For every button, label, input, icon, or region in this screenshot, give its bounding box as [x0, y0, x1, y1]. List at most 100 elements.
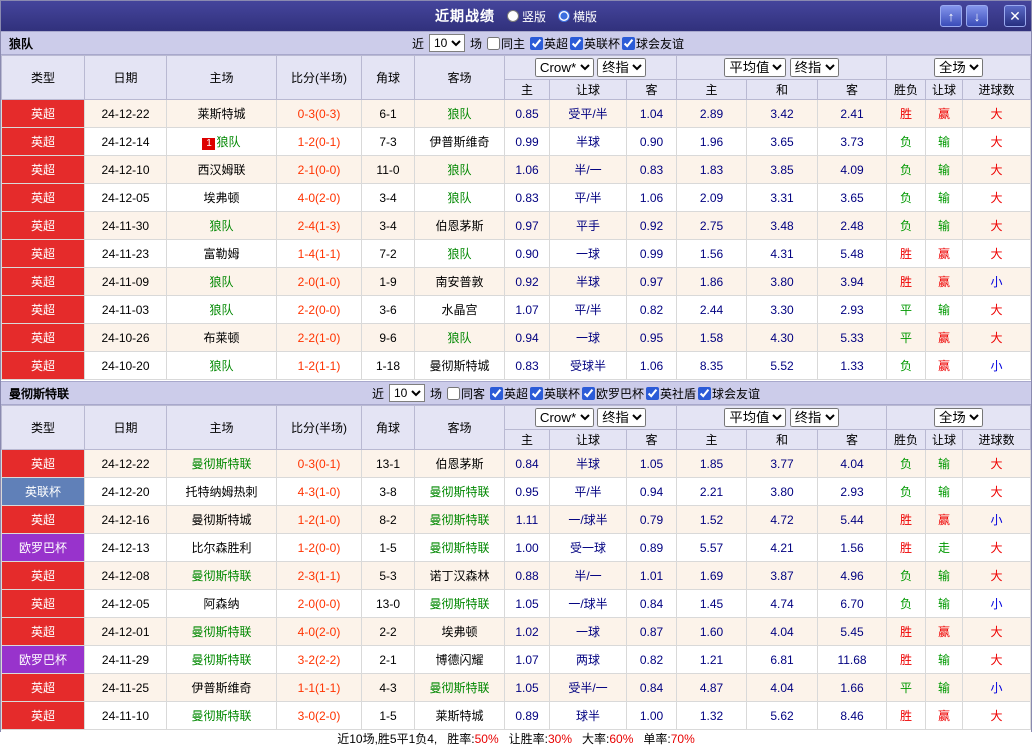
summary-stat-value: 60%	[609, 732, 633, 746]
odds-handicap-cell: 平手	[550, 212, 627, 240]
radio-vertical-input[interactable]	[507, 10, 519, 22]
league-checkbox[interactable]	[646, 387, 659, 400]
away-team-cell: 南安普敦	[415, 268, 505, 296]
odds-home-cell: 0.92	[505, 268, 550, 296]
col-score: 比分(半场)	[277, 406, 362, 450]
avg-away-cell: 5.48	[818, 240, 887, 268]
league-type-cell: 英超	[2, 562, 85, 590]
team-section-manutd: 曼彻斯特联 近 10 场 同客 英超英联杯欧罗巴杯英社盾球会友谊	[1, 381, 1031, 731]
summary-stats: 胜率:50%让胜率:30%大率:60%单率:70%	[437, 730, 695, 747]
scope-select[interactable]: 全场	[934, 408, 983, 427]
league-filter[interactable]: 英超	[490, 385, 528, 402]
avg-home-cell: 1.69	[677, 562, 747, 590]
match-row: 英超24-12-08曼彻斯特联2-3(1-1)5-3诺丁汉森林0.88半/一1.…	[2, 562, 1031, 590]
score-cell: 1-2(1-0)	[277, 506, 362, 534]
avg-draw-cell: 4.30	[747, 324, 818, 352]
scroll-up-button[interactable]: ↑	[940, 5, 962, 27]
away-team-cell: 曼彻斯特联	[415, 534, 505, 562]
league-checkbox[interactable]	[530, 37, 543, 50]
league-checkbox-label: 英超	[504, 385, 528, 402]
match-row: 英超24-12-22曼彻斯特联0-3(0-1)13-1伯恩茅斯0.84半球1.0…	[2, 450, 1031, 478]
col-odds-home: 主	[505, 430, 550, 450]
avg-away-cell: 3.94	[818, 268, 887, 296]
corner-cell: 1-18	[362, 352, 415, 380]
odds-home-cell: 1.07	[505, 646, 550, 674]
odds-handicap-cell: 半/一	[550, 562, 627, 590]
match-row: 欧罗巴杯24-12-13比尔森胜利1-2(0-0)1-5曼彻斯特联1.00受一球…	[2, 534, 1031, 562]
col-result-handicap: 让球	[926, 80, 963, 100]
away-team-cell: 伯恩茅斯	[415, 212, 505, 240]
col-score: 比分(半场)	[277, 56, 362, 100]
league-type-cell: 英超	[2, 100, 85, 128]
odds-away-cell: 1.00	[627, 702, 677, 730]
league-checkbox[interactable]	[490, 387, 503, 400]
scroll-down-button[interactable]: ↓	[966, 5, 988, 27]
league-filter[interactable]: 球会友谊	[698, 385, 760, 402]
result-handicap-cell: 输	[926, 296, 963, 324]
avg-stage-select[interactable]: 终指	[790, 408, 839, 427]
recent-count-select[interactable]: 10	[389, 384, 425, 402]
result-goals-cell: 大	[963, 450, 1031, 478]
recent-count-select[interactable]: 10	[429, 34, 465, 52]
score-cell: 4-0(2-0)	[277, 618, 362, 646]
date-cell: 24-11-30	[85, 212, 167, 240]
league-type-cell: 欧罗巴杯	[2, 646, 85, 674]
same-venue-checkbox[interactable]	[487, 37, 500, 50]
scope-select[interactable]: 全场	[934, 58, 983, 77]
avg-draw-cell: 4.04	[747, 618, 818, 646]
odds-handicap-cell: 半球	[550, 450, 627, 478]
league-type-cell: 英超	[2, 156, 85, 184]
bookmaker-select[interactable]: Crow*	[535, 58, 594, 77]
odds-away-cell: 0.87	[627, 618, 677, 646]
section-team-name: 曼彻斯特联	[9, 385, 69, 402]
average-select[interactable]: 平均值	[724, 408, 786, 427]
league-filter[interactable]: 英联杯	[570, 35, 620, 52]
league-filter[interactable]: 英联杯	[530, 385, 580, 402]
section-header-bar: 曼彻斯特联 近 10 场 同客 英超英联杯欧罗巴杯英社盾球会友谊	[1, 381, 1031, 405]
bookmaker-select[interactable]: Crow*	[535, 408, 594, 427]
summary-stat-label: 让胜率:	[509, 732, 548, 746]
league-filter[interactable]: 球会友谊	[622, 35, 684, 52]
league-checkbox[interactable]	[622, 37, 635, 50]
away-team-cell: 狼队	[415, 100, 505, 128]
games-label: 场	[470, 35, 482, 52]
same-venue-checkbox[interactable]	[447, 387, 460, 400]
home-team-cell: 曼彻斯特联	[167, 562, 277, 590]
league-checkbox[interactable]	[698, 387, 711, 400]
result-goals-cell: 小	[963, 506, 1031, 534]
result-handicap-cell: 输	[926, 156, 963, 184]
col-result-wl: 胜负	[887, 80, 926, 100]
odds-stage-select[interactable]: 终指	[597, 408, 646, 427]
odds-stage-select[interactable]: 终指	[597, 58, 646, 77]
league-checkbox[interactable]	[530, 387, 543, 400]
result-wl-cell: 平	[887, 324, 926, 352]
match-row: 英超24-12-22莱斯特城0-3(0-3)6-1狼队0.85受平/半1.042…	[2, 100, 1031, 128]
corner-cell: 1-5	[362, 702, 415, 730]
same-venue-filter[interactable]: 同主	[487, 35, 525, 52]
odds-away-cell: 1.05	[627, 450, 677, 478]
league-filter[interactable]: 欧罗巴杯	[582, 385, 644, 402]
match-row: 英超24-12-141狼队1-2(0-1)7-3伊普斯维奇0.99半球0.901…	[2, 128, 1031, 156]
corner-cell: 3-8	[362, 478, 415, 506]
result-wl-cell: 胜	[887, 618, 926, 646]
close-button[interactable]: ✕	[1004, 5, 1026, 27]
avg-away-cell: 2.93	[818, 296, 887, 324]
league-checkbox[interactable]	[582, 387, 595, 400]
result-wl-cell: 胜	[887, 534, 926, 562]
col-result-goals: 进球数	[963, 430, 1031, 450]
radio-horizontal-input[interactable]	[558, 10, 570, 22]
average-select[interactable]: 平均值	[724, 58, 786, 77]
same-venue-filter[interactable]: 同客	[447, 385, 485, 402]
away-team-cell: 曼彻斯特城	[415, 352, 505, 380]
odds-away-cell: 0.92	[627, 212, 677, 240]
avg-away-cell: 4.09	[818, 156, 887, 184]
avg-draw-cell: 3.85	[747, 156, 818, 184]
league-filter[interactable]: 英超	[530, 35, 568, 52]
radio-vertical[interactable]: 竖版	[507, 8, 546, 25]
home-team-cell: 伊普斯维奇	[167, 674, 277, 702]
avg-stage-select[interactable]: 终指	[790, 58, 839, 77]
radio-horizontal[interactable]: 横版	[558, 8, 597, 25]
league-filter[interactable]: 英社盾	[646, 385, 696, 402]
avg-away-cell: 4.04	[818, 450, 887, 478]
league-checkbox[interactable]	[570, 37, 583, 50]
